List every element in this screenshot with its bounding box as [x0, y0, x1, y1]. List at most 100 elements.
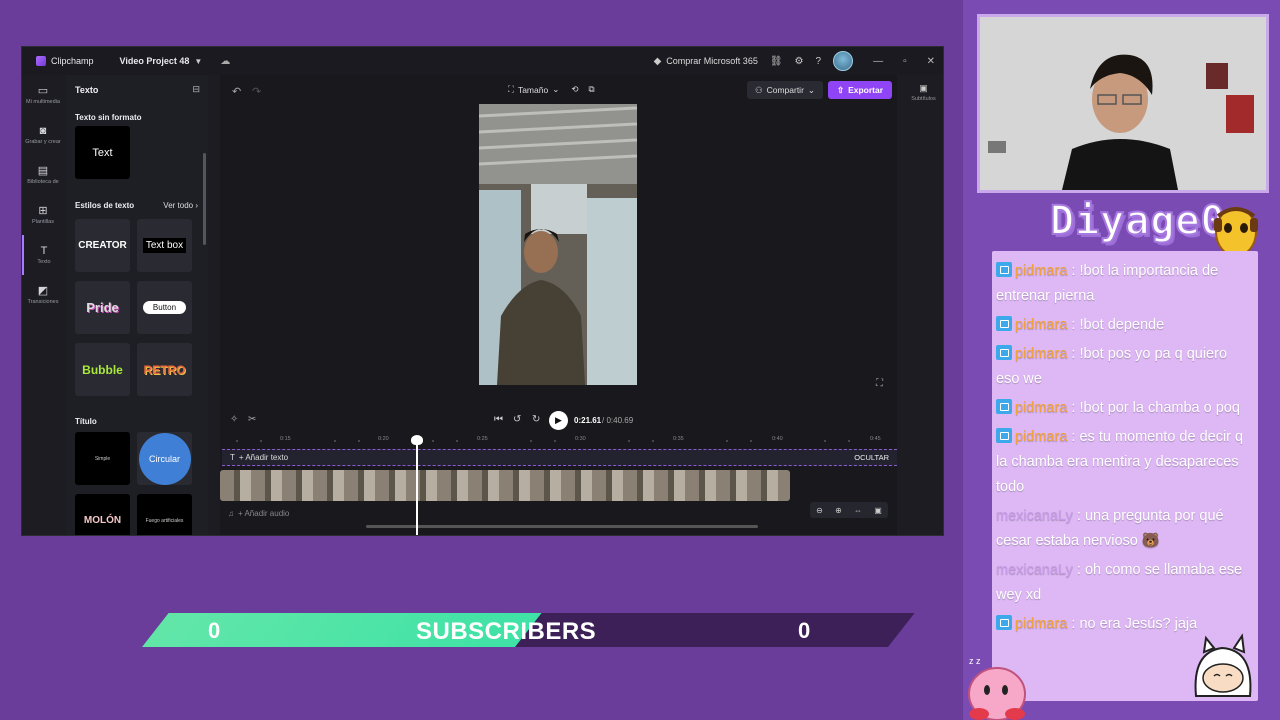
plain-text-tile[interactable]: Text	[75, 126, 130, 179]
folder-icon: ▭	[37, 84, 49, 97]
style-tile-pride[interactable]: Pride	[75, 281, 130, 334]
video-preview[interactable]	[479, 104, 637, 385]
style-tile-bubble[interactable]: Bubble	[75, 343, 130, 396]
chat-username[interactable]: pidmara	[1015, 616, 1067, 632]
rail-label: Plantillas	[31, 219, 54, 226]
rail-item-media[interactable]: ▭ Mi multimedia	[22, 75, 64, 115]
forward-icon[interactable]: ↻	[532, 414, 540, 425]
panel-scrollbar[interactable]	[203, 153, 206, 245]
app-name: Clipchamp	[51, 56, 94, 66]
subscriber-goal-count: 0	[798, 618, 811, 643]
subscriber-badge-icon	[996, 262, 1012, 277]
title-tile-simple[interactable]: Simple	[75, 432, 130, 485]
link-icon[interactable]: ⛓	[770, 56, 783, 67]
title-tile-fireworks[interactable]: Fuego artificiales	[137, 494, 192, 535]
zoom-out-icon[interactable]: ⊖	[816, 506, 823, 515]
ruler-tick	[334, 440, 336, 442]
project-name[interactable]: Video Project 48	[120, 56, 190, 66]
fullscreen-icon[interactable]: ⛶	[876, 378, 883, 389]
playhead-handle[interactable]	[411, 435, 423, 445]
current-time: 0:21.61	[574, 416, 602, 425]
chat-message: mexicanaLy : una pregunta por qué cesar …	[996, 508, 1224, 549]
timeline-scrollbar[interactable]	[366, 525, 758, 528]
title-tile-molon[interactable]: MOLÓN	[75, 494, 130, 535]
chat-username[interactable]: pidmara	[1015, 263, 1067, 279]
ruler-tick	[652, 440, 654, 442]
chevron-down-icon[interactable]: ▼	[194, 57, 202, 66]
clipchamp-logo-icon	[36, 56, 46, 66]
rail-label: Transiciones	[27, 299, 59, 306]
music-icon: ♫	[228, 509, 234, 518]
minimize-icon[interactable]: —	[873, 56, 883, 67]
fit-timeline-icon[interactable]: ⇔	[854, 506, 862, 515]
subtitles-button[interactable]: ▣ Subtítulos	[902, 83, 943, 102]
play-button[interactable]: ▶	[549, 411, 568, 430]
ruler-tick	[750, 440, 752, 442]
rail-item-templates[interactable]: ⊞ Plantillas	[22, 195, 64, 235]
close-icon[interactable]: ✕	[927, 56, 935, 67]
rotate-icon: ⟲	[571, 84, 579, 94]
chat-username[interactable]: pidmara	[1015, 429, 1067, 445]
zoom-in-icon[interactable]: ⊕	[835, 506, 842, 515]
timeline-ruler[interactable]: 0:15 0:20 0:25 0:30 0:35 0:40 0:45	[220, 435, 897, 447]
style-tile-retro[interactable]: RETRO	[137, 343, 192, 396]
chat-text: !bot depende	[1079, 317, 1165, 333]
chat-username[interactable]: mexicanaLy	[996, 562, 1073, 578]
cloud-off-icon[interactable]: ☁	[220, 56, 230, 67]
size-button[interactable]: ⛶ Tamaño ⌄ ⟲ ⧉	[508, 84, 595, 95]
style-tile-text-box[interactable]: Text box	[137, 219, 192, 272]
playhead[interactable]	[416, 438, 418, 535]
split-icon[interactable]: ✂	[248, 414, 256, 425]
style-tile-creator[interactable]: CREATOR	[75, 219, 130, 272]
magic-icon[interactable]: ✧	[230, 414, 238, 425]
rail-label: Texto	[37, 259, 51, 266]
emote-icon: 🐻	[1141, 533, 1160, 549]
streamer-name-logo: Diyage0	[1049, 197, 1226, 245]
ruler-tick	[824, 440, 826, 442]
subscriber-current-count: 0	[208, 618, 221, 643]
chat-username[interactable]: mexicanaLy	[996, 508, 1073, 524]
help-icon[interactable]: ?	[816, 56, 822, 67]
expand-icon[interactable]: ▣	[874, 506, 882, 515]
rail-item-library[interactable]: ▤ Biblioteca de	[22, 155, 64, 195]
add-text-button[interactable]: T + Añadir texto	[230, 453, 288, 462]
chat-username[interactable]: pidmara	[1015, 400, 1067, 416]
chat-username[interactable]: pidmara	[1015, 317, 1067, 333]
editor-area: ↶ ↷ ⛶ Tamaño ⌄ ⟲ ⧉ ⚇ Compartir ⌄ ⇧ Expor…	[220, 75, 897, 535]
crop-icon: ⛶	[508, 84, 514, 94]
subscriber-badge-icon	[996, 399, 1012, 414]
see-all-link[interactable]: Ver todo ›	[163, 201, 198, 210]
collapse-panel-icon[interactable]: ⊟	[192, 84, 200, 95]
share-button[interactable]: ⚇ Compartir ⌄	[747, 81, 823, 99]
zoom-controls: ⊖ ⊕ ⇔ ▣	[810, 502, 888, 518]
rail-item-record[interactable]: ◙ Grabar y crear	[22, 115, 64, 155]
text-box-label: Text box	[142, 238, 187, 253]
chat-username[interactable]: pidmara	[1015, 346, 1067, 362]
maximize-icon[interactable]: ▫	[903, 56, 907, 67]
undo-icon[interactable]: ↶	[232, 85, 241, 98]
rail-item-transitions[interactable]: ◩ Transiciones	[22, 275, 64, 315]
add-audio-button[interactable]: ♫ + Añadir audio	[228, 509, 289, 518]
circular-label: Circular	[138, 432, 191, 485]
avatar[interactable]	[833, 51, 854, 71]
left-rail: ▭ Mi multimedia ◙ Grabar y crear ▤ Bibli…	[22, 75, 64, 535]
chat-message: pidmara : !bot pos yo pa q quiero eso we	[996, 345, 1228, 387]
size-label: Tamaño	[517, 84, 549, 95]
export-button[interactable]: ⇧ Exportar	[828, 81, 892, 99]
title-tile-circular[interactable]: Circular	[137, 432, 192, 485]
skip-back-icon[interactable]: ⏮	[494, 414, 503, 425]
rail-item-text[interactable]: T Texto	[22, 235, 64, 275]
kirby-sticker-icon: z z	[968, 656, 1026, 720]
video-clip[interactable]	[220, 470, 790, 501]
text-icon: T	[230, 453, 235, 462]
text-track[interactable]: T + Añadir texto OCULTAR	[222, 449, 897, 466]
buy-microsoft-365-button[interactable]: ◆ Comprar Microsoft 365	[654, 56, 758, 67]
hide-button[interactable]: OCULTAR	[854, 453, 889, 462]
rewind-icon[interactable]: ↺	[513, 414, 521, 425]
ruler-tick	[432, 440, 434, 442]
redo-icon[interactable]: ↷	[252, 85, 261, 98]
chevron-down-icon: ⌄	[807, 84, 816, 95]
style-tile-button[interactable]: Button	[137, 281, 192, 334]
gear-icon[interactable]: ⚙	[795, 56, 804, 67]
grid-icon: ⊞	[38, 204, 48, 217]
